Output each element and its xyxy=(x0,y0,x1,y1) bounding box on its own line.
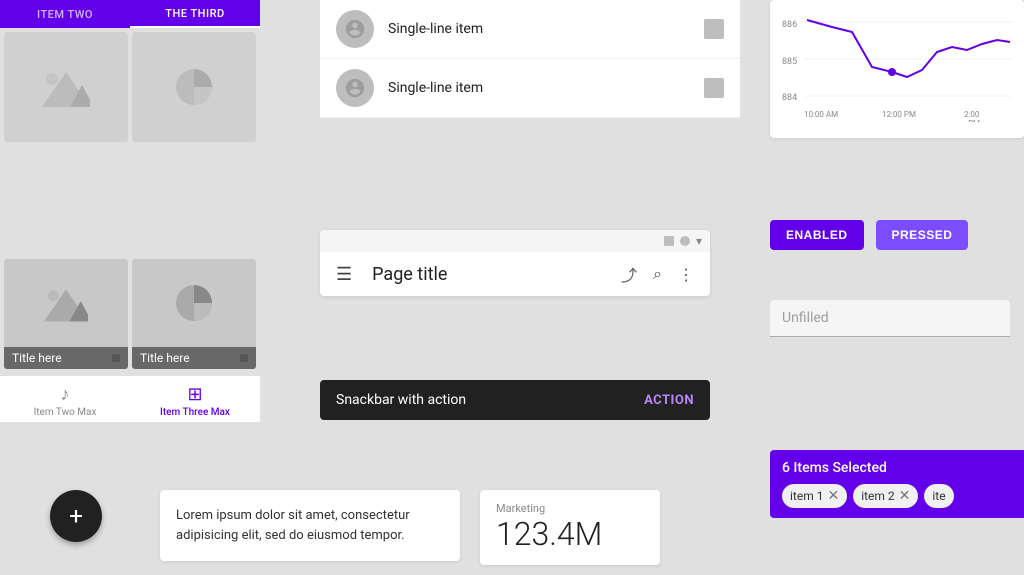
list-item-2[interactable]: Single-line item xyxy=(320,59,740,118)
nav-label-two: Item Two Max xyxy=(34,407,97,418)
tab-item-two[interactable]: ITEM TWO xyxy=(0,2,130,27)
app-bar-content: ☰ Page title ⤴ ⌕ ⋮ xyxy=(320,252,710,296)
grid-icon: ⊞ xyxy=(187,384,202,405)
app-bar-top: ▾ xyxy=(320,230,710,252)
svg-text:PM: PM xyxy=(968,119,980,122)
bottom-nav: ♪ Item Two Max ⊞ Item Three Max xyxy=(0,375,260,422)
svg-text:2:00: 2:00 xyxy=(964,110,980,119)
svg-text:884: 884 xyxy=(782,93,797,103)
card-dot-right xyxy=(240,354,248,362)
card-dot-left xyxy=(112,354,120,362)
more-vert-icon[interactable]: ⋮ xyxy=(678,265,694,284)
lorem-card: Lorem ipsum dolor sit amet, consectetur … xyxy=(160,490,460,561)
app-bar: ▾ ☰ Page title ⤴ ⌕ ⋮ xyxy=(320,230,710,296)
hamburger-icon[interactable]: ☰ xyxy=(336,264,352,285)
fab-button[interactable]: + xyxy=(50,490,102,542)
nav-item-two[interactable]: ♪ Item Two Max xyxy=(0,384,130,418)
search-icon[interactable]: ⌕ xyxy=(653,264,662,284)
enabled-button[interactable]: ENABLED xyxy=(770,220,864,250)
list-avatar-2 xyxy=(336,69,374,107)
card-img-left: Title here xyxy=(4,259,128,369)
card-img-right: Title here xyxy=(132,259,256,369)
svg-text:885: 885 xyxy=(782,57,797,67)
svg-text:10:00 AM: 10:00 AM xyxy=(804,110,838,119)
chip-close-2[interactable]: ✕ xyxy=(899,488,911,504)
card-landscape xyxy=(4,32,128,142)
list-text-2: Single-line item xyxy=(388,80,704,96)
chip-item-2[interactable]: item 2 ✕ xyxy=(853,484,918,508)
svg-text:886: 886 xyxy=(782,20,797,30)
chip-label-3: ite xyxy=(932,489,945,503)
fab-plus-icon: + xyxy=(69,502,83,530)
tab-bar: ITEM TWO THE THIRD xyxy=(0,0,260,28)
tab-item-three[interactable]: THE THIRD xyxy=(130,1,260,28)
list-item-1[interactable]: Single-line item xyxy=(320,0,740,59)
list-action-1 xyxy=(704,19,724,39)
card-pie xyxy=(132,32,256,142)
nav-label-three: Item Three Max xyxy=(160,407,230,418)
list-text-1: Single-line item xyxy=(388,21,704,37)
list-panel: Single-line item Single-line item xyxy=(320,0,740,118)
list-action-2 xyxy=(704,78,724,98)
app-bar-title: Page title xyxy=(372,264,601,285)
card-title-right: Title here xyxy=(140,351,190,365)
chevron-down-icon: ▾ xyxy=(696,234,702,248)
chip-bar: 6 Items Selected item 1 ✕ item 2 ✕ ite xyxy=(770,450,1024,518)
card-title-bar-right: Title here xyxy=(132,347,256,369)
chip-label-2: item 2 xyxy=(861,489,894,503)
marketing-label: Marketing xyxy=(496,502,644,515)
snackbar-text: Snackbar with action xyxy=(336,392,466,408)
line-chart: 886 885 884 10:00 AM 12:00 PM 2:00 PM xyxy=(782,12,1012,122)
card-title-bar-left: Title here xyxy=(4,347,128,369)
chart-panel: 886 885 884 10:00 AM 12:00 PM 2:00 PM xyxy=(770,0,1024,138)
chip-bar-title: 6 Items Selected xyxy=(782,460,1018,476)
lorem-text: Lorem ipsum dolor sit amet, consectetur … xyxy=(176,508,410,543)
marketing-card: Marketing 123.4M xyxy=(480,490,660,565)
share-icon[interactable]: ⤴ xyxy=(621,262,637,286)
titled-cards: Title here Title here xyxy=(0,255,260,373)
chip-close-1[interactable]: ✕ xyxy=(827,488,839,504)
unfilled-text-field[interactable]: Unfilled xyxy=(770,300,1010,337)
ui-container: ITEM TWO THE THIRD xyxy=(0,0,1024,575)
chip-item-1[interactable]: item 1 ✕ xyxy=(782,484,847,508)
list-avatar-1 xyxy=(336,10,374,48)
chip-item-3[interactable]: ite xyxy=(924,484,953,508)
marketing-value: 123.4M xyxy=(496,515,644,553)
music-icon: ♪ xyxy=(61,384,70,405)
snackbar-action-button[interactable]: ACTION xyxy=(644,393,694,408)
buttons-row: ENABLED PRESSED xyxy=(770,220,968,250)
unfilled-placeholder: Unfilled xyxy=(782,310,829,326)
app-bar-actions: ⤴ ⌕ ⋮ xyxy=(621,262,694,286)
snackbar: Snackbar with action ACTION xyxy=(320,380,710,420)
nav-item-three[interactable]: ⊞ Item Three Max xyxy=(130,384,260,418)
pressed-button[interactable]: PRESSED xyxy=(876,220,969,250)
card-title-left: Title here xyxy=(12,351,62,365)
window-btn-1 xyxy=(664,236,674,246)
cards-grid xyxy=(0,28,260,146)
svg-text:12:00 PM: 12:00 PM xyxy=(882,110,916,119)
window-btn-2 xyxy=(680,236,690,246)
chip-label-1: item 1 xyxy=(790,489,823,503)
chips-row: item 1 ✕ item 2 ✕ ite xyxy=(782,484,1018,508)
